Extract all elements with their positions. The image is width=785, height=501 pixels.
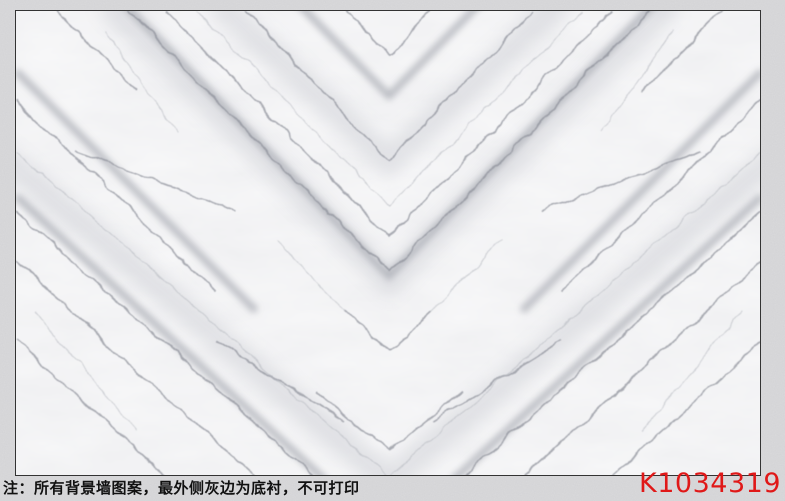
- marble-background-image: [15, 10, 761, 476]
- product-code: K1034319: [639, 468, 781, 499]
- printing-note: 注：所有背景墙图案，最外侧灰边为底衬，不可打印: [3, 479, 360, 497]
